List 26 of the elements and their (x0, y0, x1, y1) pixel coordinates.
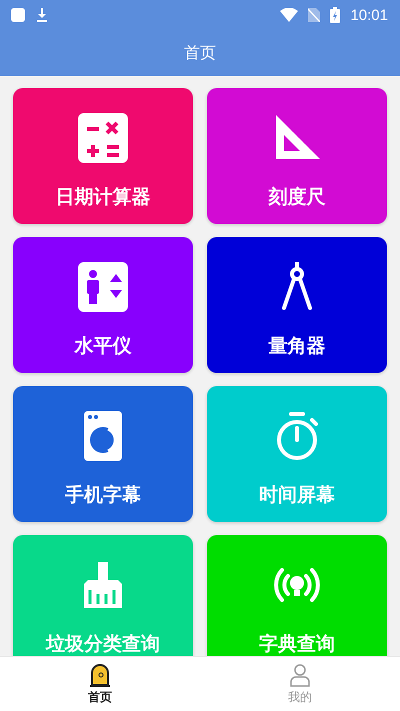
tile-label: 时间屏幕 (259, 483, 335, 508)
elevator-icon (78, 262, 128, 312)
tool-tile[interactable]: 刻度尺 (207, 88, 387, 224)
nav-tab[interactable]: 首页 (0, 657, 200, 711)
wifi-icon (280, 8, 298, 22)
status-time: 10:01 (350, 6, 388, 24)
nav-tab[interactable]: 我的 (200, 657, 400, 711)
home-icon (89, 662, 111, 686)
tile-label: 字典查询 (259, 632, 335, 656)
tile-label: 水平仪 (74, 334, 132, 359)
tool-tile[interactable]: 量角器 (207, 237, 387, 373)
battery-icon (330, 7, 340, 23)
person-icon (289, 662, 311, 686)
tile-label: 刻度尺 (268, 185, 326, 210)
tool-tile[interactable]: 日期计算器 (13, 88, 193, 224)
calculator-icon (78, 113, 128, 163)
app-icon (10, 7, 26, 23)
tile-label: 手机字幕 (65, 483, 141, 508)
download-icon (36, 8, 48, 22)
no-sim-icon (308, 8, 320, 22)
tile-label: 垃圾分类查询 (46, 632, 160, 656)
tile-label: 量角器 (268, 334, 326, 359)
page-title: 首页 (184, 42, 216, 64)
tool-tile[interactable]: 手机字幕 (13, 386, 193, 522)
tile-label: 日期计算器 (56, 185, 150, 210)
tool-tile[interactable]: 水平仪 (13, 237, 193, 373)
